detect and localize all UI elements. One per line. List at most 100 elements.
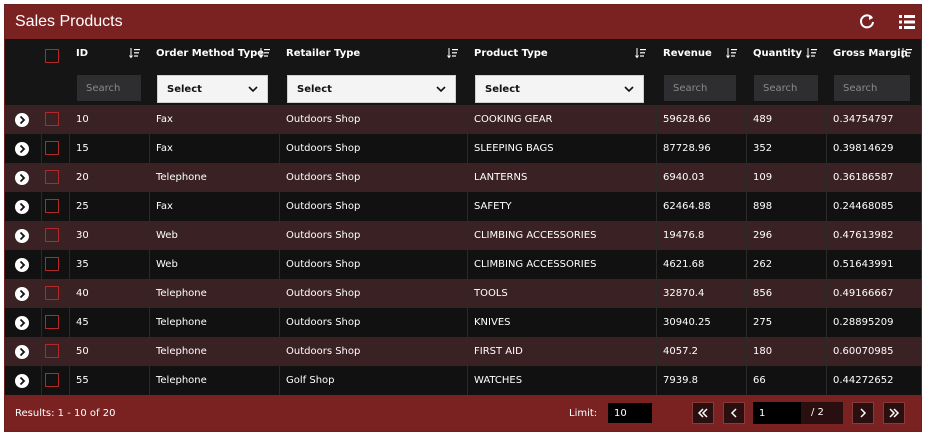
column-divider xyxy=(467,279,468,308)
product-type-select[interactable]: Select xyxy=(475,75,644,103)
refresh-icon[interactable] xyxy=(857,12,877,32)
column-header-quantity[interactable]: Quantity xyxy=(753,48,802,59)
table-row[interactable]: 45 Telephone Outdoors Shop KNIVES 30940.25 27… xyxy=(5,308,921,337)
cell-gross-margin: 0.39814629 xyxy=(833,143,894,154)
expand-row-icon[interactable] xyxy=(15,171,29,185)
table-header: ID Order Method Type Select Retailer Typ… xyxy=(5,39,921,105)
expand-row-icon[interactable] xyxy=(15,113,29,127)
column-header-product-type[interactable]: Product Type xyxy=(474,48,548,59)
retailer-type-select[interactable]: Select xyxy=(287,75,456,103)
column-divider xyxy=(69,105,70,134)
row-checkbox[interactable] xyxy=(45,286,59,300)
table-row[interactable]: 30 Web Outdoors Shop CLIMBING ACCESSORIES 19… xyxy=(5,221,921,250)
column-divider xyxy=(826,192,827,221)
table-row[interactable]: 55 Telephone Golf Shop WATCHES 7939.8 66 0.442… xyxy=(5,366,921,395)
cell-order-method-type: Fax xyxy=(156,143,173,154)
column-divider xyxy=(69,366,70,395)
cell-quantity: 489 xyxy=(753,114,773,125)
column-divider xyxy=(279,163,280,192)
column-header-revenue[interactable]: Revenue xyxy=(663,48,712,59)
sort-icon[interactable] xyxy=(129,47,141,59)
next-page-button[interactable] xyxy=(852,402,874,424)
expand-row-icon[interactable] xyxy=(15,345,29,359)
column-header-retailer-type[interactable]: Retailer Type xyxy=(286,48,360,59)
sort-icon[interactable] xyxy=(726,47,738,59)
previous-page-button[interactable] xyxy=(723,402,745,424)
chevron-left-icon xyxy=(730,408,737,418)
cell-revenue: 4621.68 xyxy=(663,259,705,270)
last-page-button[interactable] xyxy=(883,402,905,424)
sort-icon[interactable] xyxy=(901,47,913,59)
cell-product-type: SLEEPING BAGS xyxy=(474,143,554,154)
row-checkbox[interactable] xyxy=(45,228,59,242)
table-row[interactable]: 15 Fax Outdoors Shop SLEEPING BAGS 87728.96 3… xyxy=(5,134,921,163)
column-divider xyxy=(656,105,657,134)
cell-id: 30 xyxy=(76,230,89,241)
column-divider xyxy=(656,279,657,308)
column-divider xyxy=(279,192,280,221)
column-divider xyxy=(746,279,747,308)
cell-id: 35 xyxy=(76,259,89,270)
table-row[interactable]: 40 Telephone Outdoors Shop TOOLS 32870.4 856 0… xyxy=(5,279,921,308)
first-page-button[interactable] xyxy=(692,402,714,424)
chevron-right-icon xyxy=(860,408,867,418)
expand-row-icon[interactable] xyxy=(15,374,29,388)
column-divider xyxy=(149,105,150,134)
row-checkbox[interactable] xyxy=(45,315,59,329)
sort-icon[interactable] xyxy=(806,47,818,59)
sort-icon[interactable] xyxy=(447,47,459,59)
select-all-checkbox[interactable] xyxy=(45,49,59,63)
revenue-search-input[interactable] xyxy=(664,75,736,101)
cell-order-method-type: Fax xyxy=(156,201,173,212)
cell-revenue: 87728.96 xyxy=(663,143,711,154)
sales-products-panel: Sales Products ID Order Method Type Sele… xyxy=(4,4,922,432)
row-checkbox[interactable] xyxy=(45,112,59,126)
column-divider xyxy=(279,250,280,279)
expand-row-icon[interactable] xyxy=(15,287,29,301)
cell-product-type: LANTERNS xyxy=(474,172,528,183)
id-search-input[interactable] xyxy=(77,75,141,101)
expand-row-icon[interactable] xyxy=(15,142,29,156)
cell-order-method-type: Telephone xyxy=(156,346,207,357)
sort-icon[interactable] xyxy=(259,47,271,59)
column-header-order-method-type[interactable]: Order Method Type xyxy=(156,48,264,59)
expand-row-icon[interactable] xyxy=(15,258,29,272)
column-header-id[interactable]: ID xyxy=(76,48,88,59)
list-menu-icon[interactable] xyxy=(897,12,917,32)
gross-margin-search-input[interactable] xyxy=(834,75,910,101)
table-row[interactable]: 20 Telephone Outdoors Shop LANTERNS 6940.03 1… xyxy=(5,163,921,192)
column-divider xyxy=(826,366,827,395)
row-checkbox[interactable] xyxy=(45,257,59,271)
column-header-gross-margin[interactable]: Gross Margin xyxy=(833,48,908,59)
expand-row-icon[interactable] xyxy=(15,229,29,243)
table-row[interactable]: 50 Telephone Outdoors Shop FIRST AID 4057.2 1… xyxy=(5,337,921,366)
column-divider xyxy=(149,308,150,337)
column-divider xyxy=(746,221,747,250)
row-checkbox[interactable] xyxy=(45,170,59,184)
cell-gross-margin: 0.36186587 xyxy=(833,172,894,183)
table-row[interactable]: 10 Fax Outdoors Shop COOKING GEAR 59628.66 48… xyxy=(5,105,921,134)
column-divider xyxy=(467,308,468,337)
row-checkbox[interactable] xyxy=(45,344,59,358)
table-row[interactable]: 25 Fax Outdoors Shop SAFETY 62464.88 898 0.244… xyxy=(5,192,921,221)
column-divider xyxy=(467,134,468,163)
row-checkbox[interactable] xyxy=(45,199,59,213)
expand-row-icon[interactable] xyxy=(15,200,29,214)
row-checkbox[interactable] xyxy=(45,141,59,155)
panel-title: Sales Products xyxy=(15,13,123,30)
expand-row-icon[interactable] xyxy=(15,316,29,330)
column-divider xyxy=(467,250,468,279)
page-number-input[interactable] xyxy=(753,402,801,424)
table-row[interactable]: 35 Web Outdoors Shop CLIMBING ACCESSORIES 46… xyxy=(5,250,921,279)
column-divider xyxy=(467,366,468,395)
order-method-type-select[interactable]: Select xyxy=(157,75,268,103)
chevron-down-icon xyxy=(435,83,447,95)
row-checkbox[interactable] xyxy=(45,373,59,387)
quantity-search-input[interactable] xyxy=(754,75,818,101)
limit-input[interactable] xyxy=(608,403,652,423)
sort-icon[interactable] xyxy=(635,47,647,59)
column-divider xyxy=(149,337,150,366)
column-divider xyxy=(41,250,42,279)
cell-gross-margin: 0.34754797 xyxy=(833,114,894,125)
column-divider xyxy=(279,308,280,337)
